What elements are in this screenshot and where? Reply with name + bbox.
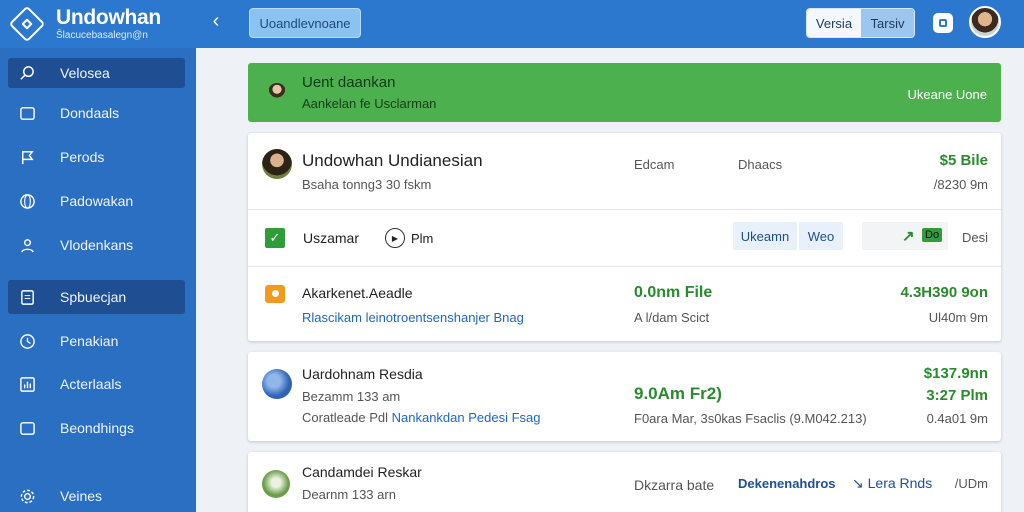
- filter-pill[interactable]: Weo: [799, 222, 843, 250]
- card-title[interactable]: Undowhan Undianesian: [302, 151, 483, 171]
- row-end-label: Desi: [961, 230, 988, 245]
- trend-indicator: ↗ Do: [862, 222, 948, 250]
- avatar: [262, 369, 292, 399]
- folder-icon: [18, 104, 36, 122]
- banner-subtitle: Aankelan fe Usclarman: [302, 96, 437, 111]
- folder-icon: [18, 419, 36, 437]
- search-button[interactable]: Uoandlevnoane: [249, 8, 361, 38]
- sidebar-item-label: Veines: [60, 488, 103, 504]
- sidebar-item-chart[interactable]: Acterlaals: [8, 369, 185, 399]
- sidebar-item-document[interactable]: Spbuecjan: [8, 280, 185, 314]
- time-value-secondary: 0.4a01 9m: [926, 411, 988, 426]
- globe-icon: [18, 192, 36, 210]
- sidebar-item-person[interactable]: Vlodenkans: [8, 230, 185, 260]
- view-toggle-left[interactable]: Versia: [807, 9, 861, 37]
- sidebar-item-settings[interactable]: Veines: [8, 481, 185, 511]
- avatar: [262, 149, 292, 179]
- chevron-left-icon[interactable]: ‹: [205, 11, 227, 33]
- sidebar-item-flag[interactable]: Perods: [8, 142, 185, 172]
- sidebar-item-label: Perods: [60, 149, 105, 165]
- view-toggle[interactable]: Versia Tarsiv: [806, 8, 915, 38]
- item-value: 0.0nm File: [634, 284, 712, 302]
- divider: [248, 209, 1001, 210]
- column-label: Edcam: [634, 157, 675, 172]
- time-value: Ul40m 9m: [928, 310, 988, 325]
- top-bar: Undowhan Ŝlacucebasalegn@n ‹ Uoandlevnoa…: [0, 0, 1024, 48]
- gear-icon: [18, 487, 36, 505]
- brand-subtitle: Ŝlacucebasalegn@n: [56, 30, 148, 41]
- sidebar-item-label: Penakian: [60, 333, 119, 349]
- sidebar-item-globe[interactable]: Padowakan: [8, 186, 185, 216]
- trend-link-label: Lera Rnds: [867, 475, 933, 491]
- sidebar-item-label: Beondhings: [60, 420, 134, 436]
- sidebar-item-label: Velosea: [60, 65, 110, 81]
- card-subtitle: Bezamm 133 am: [302, 389, 401, 404]
- sidebar-item-label: Vlodenkans: [60, 237, 134, 253]
- apps-icon[interactable]: [933, 13, 953, 33]
- notification-banner[interactable]: Uent daankan Aankelan fe Usclarman Ukean…: [248, 63, 1001, 122]
- trend-icon: ↘: [852, 475, 864, 491]
- row-label: Uszamar: [303, 230, 360, 246]
- banner-title: Uent daankan: [302, 74, 396, 91]
- amount-value: 4.3H390 9on: [900, 284, 988, 301]
- sidebar-item-label: Spbuecjan: [60, 289, 127, 305]
- avatar[interactable]: [969, 6, 1001, 38]
- sidebar-item-label: Acterlaals: [60, 376, 122, 392]
- transaction-card: Undowhan Undianesian Bsaha tonng3 30 fsk…: [248, 133, 1001, 341]
- row-end-label: /UDm: [954, 476, 988, 491]
- view-toggle-right[interactable]: Tarsiv: [861, 9, 914, 37]
- item-title[interactable]: Akarkenet.Aeadle: [302, 285, 413, 301]
- item-value-text: 0.0nm File: [634, 284, 713, 301]
- trend-link[interactable]: ↘ Lera Rnds: [852, 475, 932, 492]
- filter-pill[interactable]: Ukeamn: [733, 222, 797, 250]
- status-badge: Do: [922, 228, 943, 242]
- item-sub: A l/dam Scict: [634, 310, 710, 325]
- sidebar-item-search[interactable]: Velosea: [8, 58, 185, 88]
- check-icon: ✓: [265, 228, 285, 248]
- flag-icon: [18, 148, 36, 166]
- transaction-card: Candamdei Reskar Dearnm 133 arn Dkzarra …: [248, 452, 1001, 512]
- brand-name: Undowhan: [56, 6, 161, 29]
- card-subtitle: Dearnm 133 arn: [302, 487, 396, 502]
- divider: [248, 266, 1001, 267]
- trend-up-icon: ↗: [902, 228, 915, 245]
- sidebar-item-folder-2[interactable]: Beondhings: [8, 413, 185, 443]
- document-icon: [18, 288, 36, 306]
- sidebar-item-label: Dondaals: [60, 105, 120, 121]
- item-link[interactable]: Rlascikam leinotroentsenshanjer Bnag: [302, 310, 524, 325]
- sidebar-item-folder[interactable]: Dondaals: [8, 98, 185, 128]
- card-title[interactable]: Candamdei Reskar: [302, 464, 422, 480]
- clock-icon: [18, 332, 36, 350]
- amount-value: $137.9nn: [923, 365, 988, 382]
- item-value: 9.0Am Fr2): [634, 384, 722, 403]
- amount-value: $5 Bile: [939, 152, 988, 169]
- time-value: /8230 9m: [933, 177, 988, 192]
- avatar: [268, 83, 286, 101]
- card-subtitle: Bsaha tonng3 30 fskm: [302, 177, 432, 192]
- card-line: Coratleade Pdl Nankankdan Pedesi Fsag: [302, 410, 541, 425]
- play-label: Plm: [411, 231, 434, 246]
- brand[interactable]: Undowhan Ŝlacucebasalegn@n: [0, 0, 196, 48]
- column-label: Dhaacs: [738, 157, 783, 172]
- card-line-link[interactable]: Nankankdan Pedesi Fsag: [392, 410, 541, 425]
- chart-icon: [18, 375, 36, 393]
- sidebar-item-clock[interactable]: Penakian: [8, 326, 185, 356]
- transaction-card: Uardohnam Resdia Bezamm 133 am Coratlead…: [248, 352, 1001, 441]
- card-title[interactable]: Uardohnam Resdia: [302, 366, 423, 382]
- card-line-prefix: Coratleade Pdl: [302, 410, 388, 425]
- sidebar-item-label: Padowakan: [60, 193, 134, 209]
- document-icon: [265, 285, 285, 303]
- search-icon: [18, 64, 36, 82]
- person-icon: [18, 236, 36, 254]
- time-value: 3:27 Plm: [926, 387, 988, 404]
- banner-action-link[interactable]: Ukeane Uone: [908, 87, 988, 102]
- item-sub: Dkzarra bate: [634, 477, 715, 493]
- logo-icon: [8, 5, 46, 43]
- play-icon[interactable]: ▶: [385, 228, 405, 248]
- item-link[interactable]: Dekenenahdros: [738, 476, 836, 491]
- item-sub: F0ara Mar, 3s0kas Fsaclis (9.M042.213): [634, 411, 867, 426]
- avatar: [262, 470, 290, 498]
